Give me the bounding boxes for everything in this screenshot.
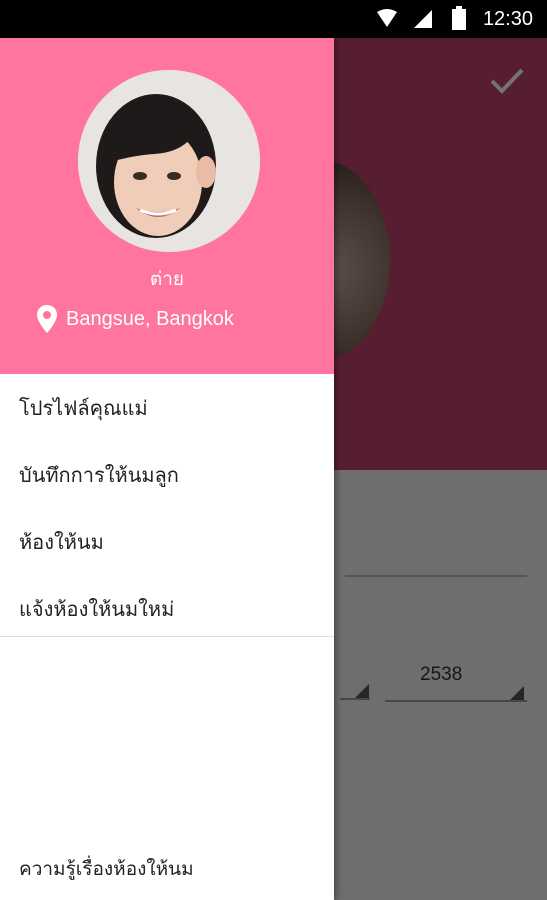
battery-icon: [452, 6, 466, 30]
location-pin-icon: [37, 305, 57, 333]
menu-item-report-new-room[interactable]: แจ้งห้องให้นมใหม่: [0, 575, 334, 642]
menu-item-mother-profile[interactable]: โปรไฟล์คุณแม่: [0, 374, 334, 441]
menu-divider: [0, 636, 334, 637]
cell-signal-icon: [414, 10, 432, 28]
location-text: Bangsue, Bangkok: [66, 307, 234, 330]
menu-item-label: แจ้งห้องให้นมใหม่: [19, 596, 175, 621]
menu-item-label: บันทึกการให้นมลูก: [19, 462, 179, 487]
wifi-icon: [377, 9, 397, 27]
menu-item-nursing-room-knowledge[interactable]: ความรู้เรื่องห้องให้นม: [19, 854, 194, 884]
profile-photo: [78, 70, 260, 252]
menu-item-nursing-rooms[interactable]: ห้องให้นม: [0, 508, 334, 575]
menu-item-label: ห้องให้นม: [19, 529, 104, 554]
drawer-header: ต่าย Bangsue, Bangkok: [0, 38, 334, 374]
menu-item-feeding-log[interactable]: บันทึกการให้นมลูก: [0, 441, 334, 508]
clock: 12:30: [482, 8, 533, 30]
profile-name: ต่าย: [149, 268, 185, 290]
navigation-drawer: ต่าย Bangsue, Bangkok โปรไฟล์คุณแม่ บันท…: [0, 38, 334, 900]
menu-item-label: โปรไฟล์คุณแม่: [19, 395, 148, 420]
drawer-menu: โปรไฟล์คุณแม่ บันทึกการให้นมลูก ห้องให้น…: [0, 374, 334, 642]
profile-location: Bangsue, Bangkok: [36, 304, 234, 334]
avatar[interactable]: [78, 70, 260, 252]
status-bar: 12:30: [0, 0, 547, 38]
